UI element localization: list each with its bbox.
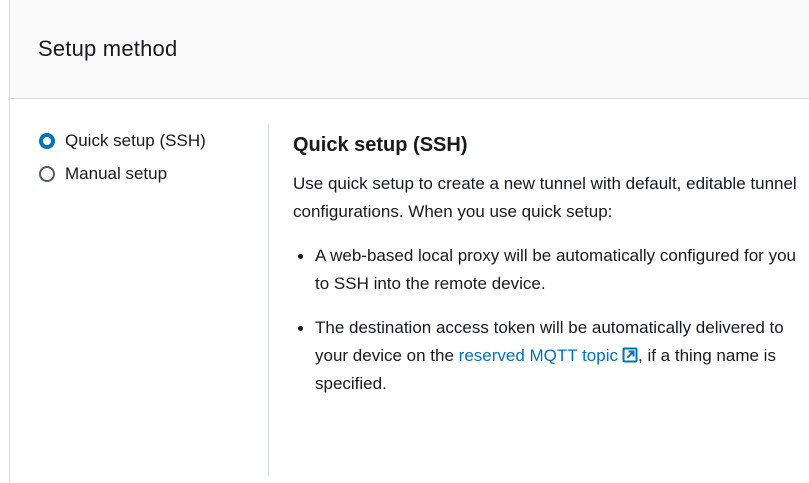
vertical-divider [268,124,269,476]
radio-label-quick-setup: Quick setup (SSH) [65,131,206,150]
bullet-access-token: The destination access token will be aut… [298,314,803,398]
setup-method-radio-group: Quick setup (SSH) Manual setup [39,130,269,196]
reserved-mqtt-topic-link[interactable]: reserved MQTT topic [459,346,638,365]
description-intro: Use quick setup to create a new tunnel w… [293,174,797,221]
radio-label-manual-setup: Manual setup [65,164,168,183]
radio-option-quick-setup[interactable]: Quick setup (SSH) [39,130,269,152]
description-bullet-list: A web-based local proxy will be automati… [293,242,803,398]
description-heading: Quick setup (SSH) [293,134,468,156]
external-link-icon [622,347,638,363]
setup-method-panel: Setup method Quick setup (SSH) Manual se… [9,0,809,483]
reserved-mqtt-topic-link-label: reserved MQTT topic [458,346,618,365]
option-description: Quick setup (SSH) Use quick setup to cre… [293,134,803,414]
panel-title: Setup method [38,36,178,61]
radio-option-manual-setup[interactable]: Manual setup [39,163,269,185]
panel-header: Setup method [10,0,809,99]
radio-button-selected[interactable] [39,133,55,149]
radio-button-unselected[interactable] [39,166,55,182]
bullet-local-proxy: A web-based local proxy will be automati… [298,242,803,298]
